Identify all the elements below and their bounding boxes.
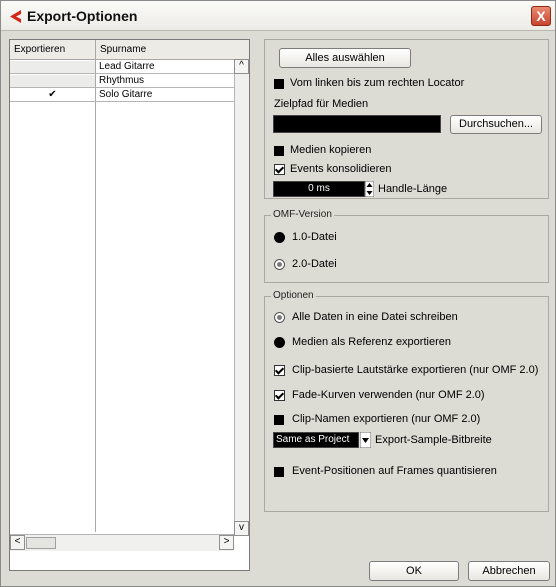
- column-header-trackname[interactable]: Spurname: [95, 40, 249, 60]
- scroll-right-icon[interactable]: >: [219, 535, 234, 550]
- export-checkmark[interactable]: [10, 61, 95, 73]
- clip-names-label: Clip-Namen exportieren (nur OMF 2.0): [292, 413, 481, 425]
- omf-version-legend: OMF-Version: [271, 209, 334, 220]
- options-legend: Optionen: [271, 290, 316, 301]
- track-list: Exportieren Spurname Lead Gitarre Rhythm…: [9, 39, 250, 571]
- fade-curves-checkbox[interactable]: [274, 390, 285, 401]
- vertical-scrollbar[interactable]: ^ v: [234, 59, 249, 536]
- consolidate-checkbox[interactable]: [274, 164, 285, 175]
- media-panel: Alles auswählen Vom linken bis zum recht…: [264, 39, 549, 199]
- copy-media-checkbox[interactable]: [274, 146, 284, 156]
- track-row[interactable]: Rhythmus: [10, 75, 234, 88]
- bitdepth-dropdown[interactable]: Same as Project: [273, 432, 359, 448]
- all-in-one-label: Alle Daten in eine Datei schreiben: [292, 311, 458, 323]
- all-in-one-radio[interactable]: [274, 312, 285, 323]
- track-name: Lead Gitarre: [99, 61, 155, 72]
- scroll-down-icon[interactable]: v: [234, 521, 249, 536]
- dropdown-arrow-icon[interactable]: [360, 432, 371, 448]
- export-checkmark[interactable]: ✔: [10, 89, 95, 101]
- media-reference-radio[interactable]: [274, 337, 285, 348]
- cancel-button[interactable]: Abbrechen: [468, 561, 550, 581]
- track-name: Solo Gitarre: [99, 89, 153, 100]
- locator-label: Vom linken bis zum rechten Locator: [290, 77, 465, 89]
- select-all-button[interactable]: Alles auswählen: [279, 48, 411, 68]
- export-checkmark[interactable]: [10, 75, 95, 87]
- handle-length-field[interactable]: 0 ms: [273, 181, 365, 197]
- browse-button[interactable]: Durchsuchen...: [450, 115, 542, 134]
- cubase-logo-icon: [10, 10, 21, 23]
- omf-1-radio[interactable]: [274, 232, 285, 243]
- media-reference-label: Medien als Referenz exportieren: [292, 336, 451, 348]
- omf-2-label: 2.0-Datei: [292, 258, 337, 270]
- omf-2-radio[interactable]: [274, 259, 285, 270]
- ok-button[interactable]: OK: [369, 561, 459, 581]
- options-group: Optionen Alle Daten in eine Datei schrei…: [264, 290, 549, 512]
- handle-length-label: Handle-Länge: [378, 183, 448, 195]
- clip-names-checkbox[interactable]: [274, 415, 284, 425]
- target-path-label: Zielpfad für Medien: [274, 98, 369, 110]
- scroll-up-icon[interactable]: ^: [234, 59, 249, 74]
- clip-volume-checkbox[interactable]: [274, 365, 285, 376]
- window-title: Export-Optionen: [27, 8, 138, 24]
- close-button[interactable]: X: [531, 6, 551, 26]
- fade-curves-label: Fade-Kurven verwenden (nur OMF 2.0): [292, 389, 485, 401]
- title-bar[interactable]: Export-Optionen X: [1, 1, 555, 31]
- track-row[interactable]: Lead Gitarre: [10, 61, 234, 74]
- export-options-dialog: Export-Optionen X Exportieren Spurname L…: [0, 0, 556, 587]
- omf-1-label: 1.0-Datei: [292, 231, 337, 243]
- omf-version-group: OMF-Version 1.0-Datei 2.0-Datei: [264, 209, 549, 283]
- quantize-checkbox[interactable]: [274, 467, 284, 477]
- scroll-left-icon[interactable]: <: [10, 535, 25, 550]
- quantize-label: Event-Positionen auf Frames quantisieren: [292, 465, 497, 477]
- locator-checkbox[interactable]: [274, 79, 284, 89]
- target-path-field[interactable]: [273, 115, 441, 133]
- bitdepth-label: Export-Sample-Bitbreite: [375, 434, 492, 446]
- track-row[interactable]: ✔ Solo Gitarre: [10, 89, 234, 102]
- clip-volume-label: Clip-basierte Lautstärke exportieren (nu…: [292, 364, 539, 376]
- track-name: Rhythmus: [99, 75, 145, 86]
- scroll-thumb[interactable]: [26, 537, 56, 549]
- horizontal-scrollbar[interactable]: < >: [10, 534, 234, 551]
- copy-media-label: Medien kopieren: [290, 144, 372, 156]
- column-divider: [95, 40, 96, 532]
- spinner-icon[interactable]: [365, 181, 374, 197]
- column-header-export[interactable]: Exportieren: [10, 40, 95, 60]
- consolidate-label: Events konsolidieren: [290, 163, 392, 175]
